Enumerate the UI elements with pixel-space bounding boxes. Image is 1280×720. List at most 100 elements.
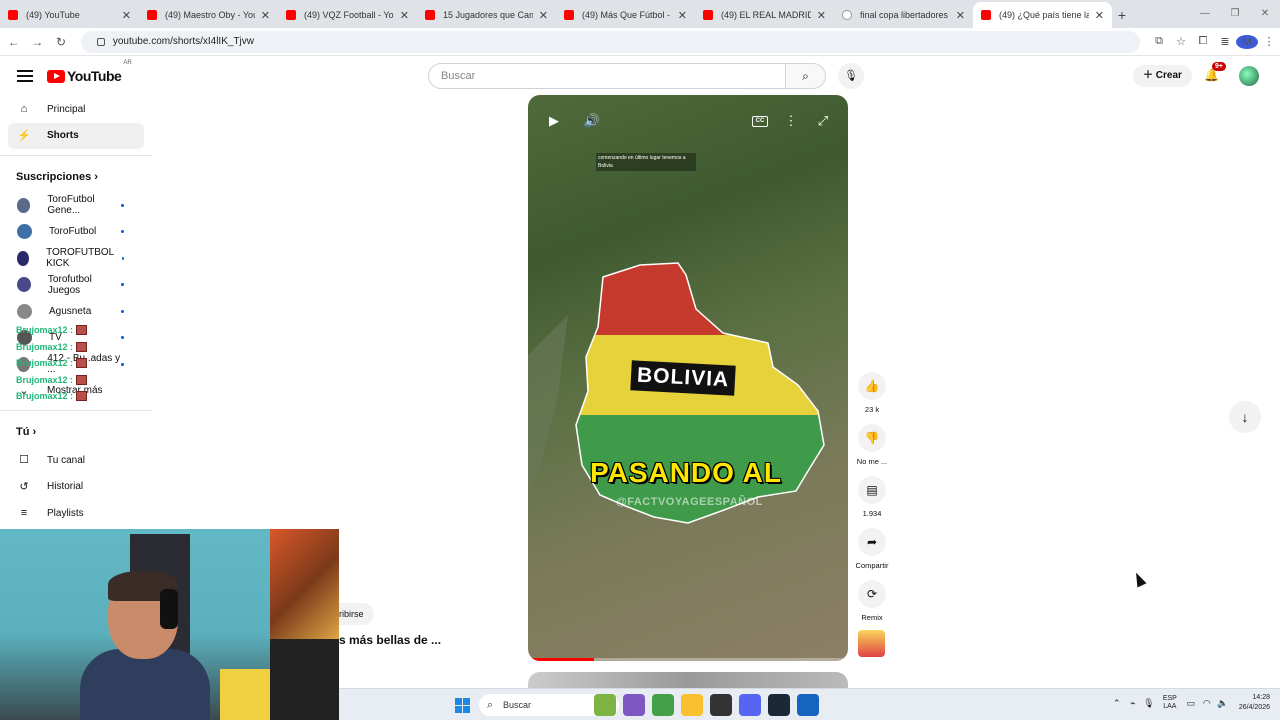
mouse-cursor-icon: [1131, 570, 1147, 588]
sidebar-item-you[interactable]: ☐ Tu canal: [0, 447, 144, 474]
teams-icon[interactable]: [623, 694, 645, 716]
voice-search-button[interactable]: 🎙: [838, 63, 864, 89]
tab-close-icon[interactable]: ✕: [1095, 9, 1104, 22]
tab-close-icon[interactable]: ✕: [261, 9, 270, 22]
fullscreen-icon[interactable]: ⤢: [811, 113, 835, 133]
chevron-up-icon[interactable]: ⌃: [1109, 698, 1125, 709]
chrome-icon[interactable]: [652, 694, 674, 716]
short-video-player[interactable]: ▶ 🔊 CC ⋮ ⤢ comenzando en último lugar te…: [528, 95, 848, 661]
back-icon[interactable]: ←: [4, 35, 24, 49]
tab-title: (49) ¿Qué país tiene las m: [999, 10, 1089, 20]
next-short-button[interactable]: ↓: [1229, 401, 1261, 433]
comments-button[interactable]: ▤ 1.934: [852, 476, 892, 528]
windows-start-icon[interactable]: [455, 698, 470, 713]
discord-icon[interactable]: [739, 694, 761, 716]
remix-button[interactable]: ⟳ Remix: [852, 580, 892, 632]
youtube-favicon-icon: [8, 10, 18, 20]
youtube-logo[interactable]: YouTube AR: [47, 60, 132, 84]
tab-close-icon[interactable]: ✕: [817, 9, 826, 22]
sidebar-item-you[interactable]: ↺ Historial: [0, 474, 144, 501]
youtube-favicon-icon: [425, 10, 435, 20]
subscription-item[interactable]: Torofutbol Juegos: [0, 272, 144, 299]
notification-badge: 9+: [1212, 62, 1226, 71]
tab-title: (49) Maestro Oby - YouTu: [165, 10, 255, 20]
volume-icon[interactable]: 🔊: [580, 113, 604, 133]
browser-tab[interactable]: final copa libertadores 20 ✕: [834, 2, 973, 28]
tab-close-icon[interactable]: ✕: [678, 9, 687, 22]
captions-icon[interactable]: CC: [752, 116, 768, 127]
tab-close-icon[interactable]: ✕: [122, 9, 131, 22]
browser-tab[interactable]: (49) VQZ Football - YouTu ✕: [278, 2, 417, 28]
url-text: youtube.com/shorts/xI4lIK_Tjvw: [112, 36, 254, 47]
dislike-button[interactable]: 👎 No me ...: [852, 424, 892, 476]
home-icon: ⌂: [20, 103, 28, 116]
subscription-item[interactable]: ToroFutbol: [0, 219, 144, 246]
speaker-icon[interactable]: 🔈: [1215, 698, 1231, 709]
install-icon[interactable]: ⧉: [1148, 35, 1170, 49]
obs-icon[interactable]: [710, 694, 732, 716]
reload-icon[interactable]: ↻: [51, 35, 71, 49]
streamer-body: [80, 649, 210, 720]
browser-tab[interactable]: (49) ¿Qué país tiene las m ✕: [973, 2, 1112, 28]
tab-title: 15 Jugadores que Cambia: [443, 10, 533, 20]
browser-tab[interactable]: 15 Jugadores que Cambia ✕: [417, 2, 556, 28]
you-header[interactable]: Tú ›: [0, 417, 152, 447]
sidebar-item-you[interactable]: ≡ Playlists: [0, 500, 144, 527]
address-bar-row: ← → ↻ youtube.com/shorts/xI4lIK_Tjvw ⧉ ☆…: [0, 28, 1280, 56]
chat-message: Brujomax12 :: [16, 388, 88, 405]
subscriptions-header[interactable]: Suscripciones ›: [0, 162, 152, 192]
subscribe-button[interactable]: ribirse: [339, 603, 374, 625]
steam-icon[interactable]: [768, 694, 790, 716]
browser-tab[interactable]: (49) EL REAL MADRID GA ✕: [695, 2, 834, 28]
site-info-icon[interactable]: [96, 37, 105, 46]
progress-bar[interactable]: [532, 658, 844, 661]
headphones: [160, 589, 178, 629]
clock[interactable]: 14:28 26/4/2026: [1239, 693, 1270, 713]
url-field[interactable]: youtube.com/shorts/xI4lIK_Tjvw: [80, 30, 1140, 53]
user-avatar[interactable]: [1239, 66, 1259, 86]
subscription-item[interactable]: Agusneta: [0, 298, 144, 325]
play-icon[interactable]: ▶: [542, 113, 566, 133]
widgets-icon[interactable]: [594, 694, 616, 716]
sidebar-item-label: Historial: [47, 481, 84, 493]
close-window-button[interactable]: ✕: [1250, 0, 1280, 28]
wifi-icon[interactable]: ◠: [1199, 698, 1215, 709]
network-icon[interactable]: ⌁: [1125, 698, 1141, 709]
file-explorer-icon[interactable]: [681, 694, 703, 716]
sidebar-item-principal[interactable]: ⌂ Principal: [0, 96, 144, 123]
share-button[interactable]: ➦ Compartir: [852, 528, 892, 580]
channel-avatar: [17, 250, 30, 266]
menu-kebab-icon[interactable]: ⋮: [1258, 35, 1280, 49]
sidebar-item-shorts[interactable]: ⚡ Shorts: [8, 122, 144, 149]
media-icon[interactable]: ≣: [1214, 35, 1236, 49]
tab-close-icon[interactable]: ✕: [400, 9, 409, 22]
sound-thumbnail[interactable]: [858, 630, 885, 657]
video-caption-top: comenzando en último lugar tenemos a Bol…: [596, 153, 696, 171]
search-input[interactable]: Buscar: [428, 63, 786, 89]
like-button[interactable]: 👍 23 k: [852, 372, 892, 424]
maximize-button[interactable]: ❐: [1220, 0, 1250, 28]
notifications-button[interactable]: 🔔 9+: [1204, 62, 1226, 82]
app-icon[interactable]: [797, 694, 819, 716]
tab-close-icon[interactable]: ✕: [956, 9, 965, 22]
more-options-icon[interactable]: ⋮: [779, 113, 803, 133]
create-button[interactable]: ＋ Crear: [1133, 65, 1192, 87]
extensions-icon[interactable]: ⧠: [1192, 35, 1214, 49]
profile-button[interactable]: M: [1236, 34, 1258, 49]
hamburger-menu-icon[interactable]: [17, 67, 33, 85]
language-indicator[interactable]: ESP LAA: [1163, 695, 1177, 711]
tab-close-icon[interactable]: ✕: [539, 9, 548, 22]
mic-tray-icon[interactable]: 🎙: [1141, 698, 1157, 709]
browser-tab[interactable]: (49) Más Que Fútbol - Yo ✕: [556, 2, 695, 28]
bookmark-star-icon[interactable]: ☆: [1170, 35, 1192, 49]
wall-poster: [270, 529, 339, 649]
new-tab-button[interactable]: +: [1112, 2, 1132, 28]
subscription-item[interactable]: ToroFutbol Gene...: [0, 192, 144, 219]
subscription-item[interactable]: TOROFUTBOL KICK: [0, 245, 144, 272]
browser-tab[interactable]: (49) YouTube ✕: [0, 2, 139, 28]
browser-tab[interactable]: (49) Maestro Oby - YouTu ✕: [139, 2, 278, 28]
search-button[interactable]: ⌕: [786, 63, 826, 89]
display-icon[interactable]: ▭: [1183, 698, 1199, 709]
forward-icon[interactable]: →: [28, 35, 48, 49]
minimize-button[interactable]: —: [1190, 0, 1220, 28]
